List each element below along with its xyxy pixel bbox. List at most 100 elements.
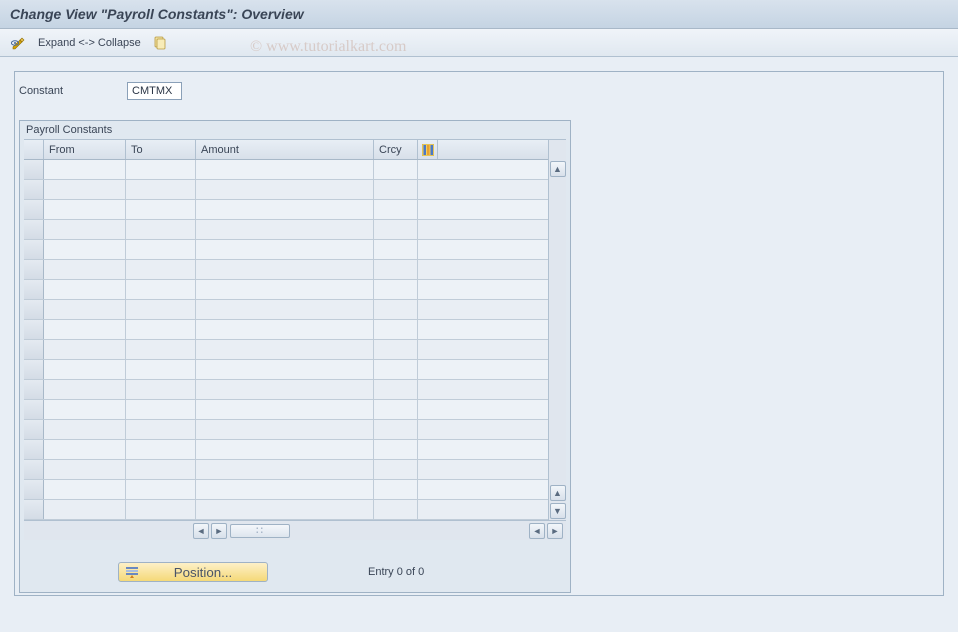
cell-amount[interactable] [196,240,374,259]
cell-from[interactable] [44,320,126,339]
cell-amount[interactable] [196,360,374,379]
horizontal-scrollbar[interactable]: ◄ ► ∷ ◄ ► [24,520,566,540]
cell-crcy[interactable] [374,160,418,179]
cell-crcy[interactable] [374,360,418,379]
cell-to[interactable] [126,440,196,459]
scroll-down-icon[interactable]: ▼ [550,503,566,519]
row-selector[interactable] [24,240,44,259]
constant-input[interactable] [127,82,182,100]
cell-to[interactable] [126,320,196,339]
cell-to[interactable] [126,340,196,359]
cell-crcy[interactable] [374,260,418,279]
cell-to[interactable] [126,400,196,419]
select-all-column[interactable] [24,140,44,159]
cell-to[interactable] [126,200,196,219]
cell-to[interactable] [126,380,196,399]
cell-amount[interactable] [196,300,374,319]
vertical-scrollbar[interactable]: ▲ ▲ ▼ [548,140,566,520]
cell-to[interactable] [126,420,196,439]
cell-to[interactable] [126,220,196,239]
cell-amount[interactable] [196,180,374,199]
scroll-up-icon[interactable]: ▲ [550,161,566,177]
cell-from[interactable] [44,200,126,219]
cell-amount[interactable] [196,200,374,219]
cell-to[interactable] [126,260,196,279]
row-selector[interactable] [24,360,44,379]
cell-to[interactable] [126,500,196,519]
cell-from[interactable] [44,440,126,459]
cell-from[interactable] [44,240,126,259]
cell-amount[interactable] [196,260,374,279]
cell-to[interactable] [126,480,196,499]
cell-crcy[interactable] [374,180,418,199]
row-selector[interactable] [24,460,44,479]
cell-crcy[interactable] [374,420,418,439]
row-selector[interactable] [24,180,44,199]
cell-from[interactable] [44,220,126,239]
cell-crcy[interactable] [374,460,418,479]
row-selector[interactable] [24,200,44,219]
cell-to[interactable] [126,460,196,479]
cell-from[interactable] [44,360,126,379]
cell-from[interactable] [44,380,126,399]
cell-from[interactable] [44,400,126,419]
cell-crcy[interactable] [374,300,418,319]
cell-amount[interactable] [196,500,374,519]
cell-crcy[interactable] [374,440,418,459]
row-selector[interactable] [24,300,44,319]
cell-to[interactable] [126,360,196,379]
row-selector[interactable] [24,420,44,439]
cell-from[interactable] [44,340,126,359]
cell-crcy[interactable] [374,500,418,519]
row-selector[interactable] [24,160,44,179]
cell-amount[interactable] [196,160,374,179]
cell-from[interactable] [44,500,126,519]
cell-amount[interactable] [196,480,374,499]
row-selector[interactable] [24,400,44,419]
cell-crcy[interactable] [374,240,418,259]
configure-columns-icon[interactable] [418,140,438,159]
cell-from[interactable] [44,460,126,479]
column-from[interactable]: From [44,140,126,159]
copy-icon[interactable] [149,33,171,53]
cell-from[interactable] [44,180,126,199]
row-selector[interactable] [24,280,44,299]
scroll-right-step-icon[interactable]: ► [211,523,227,539]
scroll-left-end-icon[interactable]: ◄ [529,523,545,539]
cell-crcy[interactable] [374,200,418,219]
cell-amount[interactable] [196,400,374,419]
row-selector[interactable] [24,260,44,279]
column-amount[interactable]: Amount [196,140,374,159]
cell-to[interactable] [126,180,196,199]
cell-amount[interactable] [196,460,374,479]
cell-from[interactable] [44,260,126,279]
column-crcy[interactable]: Crcy [374,140,418,159]
cell-from[interactable] [44,480,126,499]
cell-from[interactable] [44,420,126,439]
cell-amount[interactable] [196,320,374,339]
expand-collapse-button[interactable]: Expand <-> Collapse [36,37,143,49]
cell-amount[interactable] [196,220,374,239]
cell-to[interactable] [126,300,196,319]
row-selector[interactable] [24,380,44,399]
toggle-display-change-icon[interactable] [8,33,30,53]
cell-from[interactable] [44,300,126,319]
cell-to[interactable] [126,280,196,299]
cell-to[interactable] [126,160,196,179]
cell-to[interactable] [126,240,196,259]
cell-crcy[interactable] [374,480,418,499]
cell-crcy[interactable] [374,280,418,299]
scroll-down-page-icon[interactable]: ▲ [550,485,566,501]
row-selector[interactable] [24,340,44,359]
position-button[interactable]: Position... [118,562,268,582]
cell-amount[interactable] [196,340,374,359]
hscroll-thumb[interactable]: ∷ [230,524,290,538]
cell-crcy[interactable] [374,340,418,359]
row-selector[interactable] [24,320,44,339]
cell-crcy[interactable] [374,320,418,339]
row-selector[interactable] [24,480,44,499]
cell-amount[interactable] [196,420,374,439]
cell-amount[interactable] [196,380,374,399]
cell-from[interactable] [44,160,126,179]
column-to[interactable]: To [126,140,196,159]
